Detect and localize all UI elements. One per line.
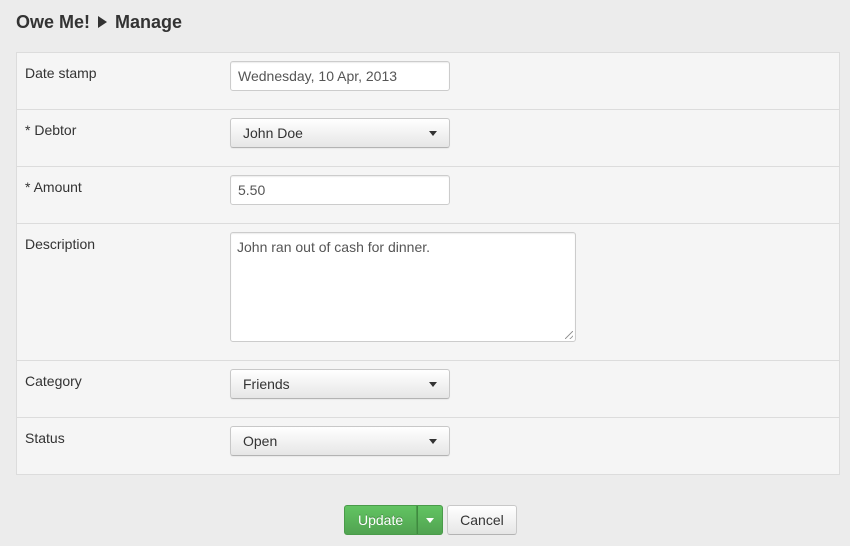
chevron-down-icon — [429, 438, 437, 444]
update-button-group: Update — [344, 505, 444, 535]
category-select[interactable]: Friends — [230, 369, 450, 399]
amount-label: * Amount — [25, 179, 82, 195]
breadcrumb: Owe Me! Manage — [16, 9, 182, 35]
description-text: John ran out of cash for dinner. — [237, 239, 431, 255]
update-button[interactable]: Update — [344, 505, 418, 535]
status-select-value: Open — [243, 433, 278, 449]
form-row-category: Category Friends — [17, 360, 839, 417]
debtor-select-value: John Doe — [243, 125, 303, 141]
chevron-down-icon — [426, 517, 435, 523]
cancel-button[interactable]: Cancel — [447, 505, 517, 535]
form-row-description: Description John ran out of cash for din… — [17, 223, 839, 360]
status-select[interactable]: Open — [230, 426, 450, 456]
category-select-value: Friends — [243, 376, 290, 392]
chevron-down-icon — [429, 130, 437, 136]
date-stamp-input[interactable]: Wednesday, 10 Apr, 2013 — [230, 61, 450, 91]
description-textarea[interactable]: John ran out of cash for dinner. — [230, 232, 576, 342]
debtor-select[interactable]: John Doe — [230, 118, 450, 148]
status-label: Status — [25, 430, 65, 446]
amount-input[interactable]: 5.50 — [230, 175, 450, 205]
form-row-date-stamp: Date stamp Wednesday, 10 Apr, 2013 — [17, 53, 839, 109]
debtor-label: * Debtor — [25, 122, 77, 138]
breadcrumb-arrow-icon — [98, 16, 108, 28]
page-title: Manage — [115, 11, 183, 32]
app-title: Owe Me! — [16, 11, 91, 32]
form-row-amount: * Amount 5.50 — [17, 166, 839, 223]
date-stamp-label: Date stamp — [25, 65, 97, 81]
form-actions: Update Cancel — [344, 505, 517, 535]
description-label: Description — [25, 236, 96, 252]
debt-form: Date stamp Wednesday, 10 Apr, 2013 * Deb… — [16, 52, 840, 475]
category-label: Category — [25, 373, 82, 389]
form-row-status: Status Open — [17, 417, 839, 474]
resize-grip-icon[interactable] — [565, 331, 573, 339]
form-row-debtor: * Debtor John Doe — [17, 109, 839, 166]
chevron-down-icon — [429, 381, 437, 387]
update-dropdown-toggle[interactable] — [417, 505, 444, 535]
